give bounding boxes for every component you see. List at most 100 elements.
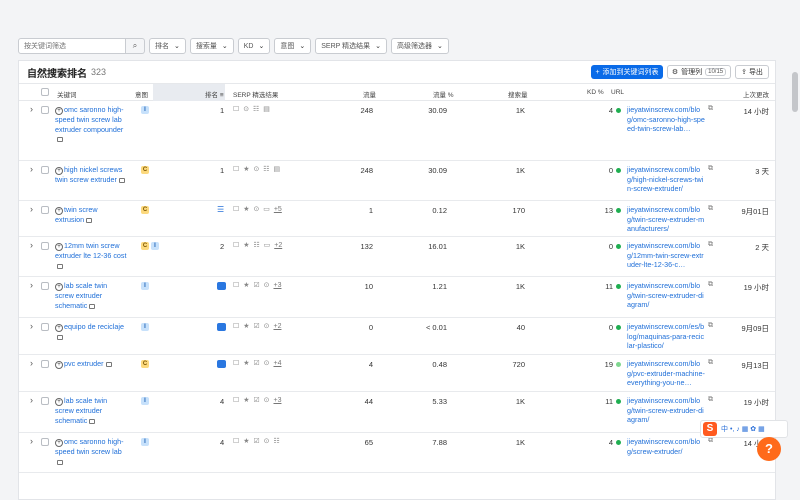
expand-chevron-icon[interactable]: › (30, 240, 33, 250)
header-volume[interactable]: 搜索量 (508, 89, 528, 99)
external-link-icon[interactable]: ⧉ (708, 205, 713, 213)
header-kd[interactable]: KD % (587, 89, 604, 96)
external-link-icon[interactable]: ⧉ (708, 165, 713, 173)
serp-preview-icon[interactable] (57, 137, 63, 142)
expand-chevron-icon[interactable]: › (30, 164, 33, 174)
header-url[interactable]: URL (611, 89, 624, 96)
row-checkbox[interactable] (41, 397, 49, 405)
expand-chevron-icon[interactable]: › (30, 280, 33, 290)
more-features-link[interactable]: +3 (273, 397, 281, 404)
filter-dropdown[interactable]: 意图 ⌄ (274, 38, 312, 54)
ranking-url-link[interactable]: jieyatwinscrew.com/es/blog/maquinas-para… (627, 322, 705, 351)
position-value: 4 (220, 438, 225, 447)
ranking-url-link[interactable]: jieyatwinscrew.com/blog/omc-saronno-high… (627, 105, 705, 134)
scrollbar-thumb[interactable] (792, 72, 798, 112)
serp-preview-icon[interactable] (57, 263, 63, 269)
serp-features: ☐ ★ ⊙ ▭ +5 (233, 205, 282, 213)
header-position[interactable]: 排名 ≡ (205, 89, 224, 99)
row-checkbox[interactable] (41, 166, 49, 174)
ranking-url-link[interactable]: jieyatwinscrew.com/blog/twin-screw-extru… (627, 396, 705, 425)
row-checkbox[interactable] (41, 323, 49, 331)
serp-preview-icon[interactable] (89, 418, 96, 424)
external-link-icon[interactable]: ⧉ (708, 359, 713, 367)
expand-chevron-icon[interactable]: › (30, 204, 33, 214)
traffic-value: 65 (364, 438, 373, 447)
ime-toolbar[interactable]: S 中 •, ♪ ▦ ✿ ▦ (700, 420, 788, 438)
row-checkbox[interactable] (41, 360, 49, 368)
expand-chevron-icon[interactable]: › (30, 321, 33, 331)
filter-dropdown[interactable]: 排名 ⌄ (149, 38, 186, 54)
add-keyword-icon[interactable]: + (55, 439, 63, 447)
filter-dropdown[interactable]: KD ⌄ (237, 38, 271, 54)
add-keyword-icon[interactable]: + (55, 243, 63, 251)
serp-preview-icon[interactable] (118, 178, 125, 183)
external-link-icon[interactable]: ⧉ (708, 396, 713, 404)
expand-chevron-icon[interactable]: › (30, 395, 33, 405)
serp-preview-icon[interactable] (105, 362, 112, 367)
row-checkbox[interactable] (41, 438, 49, 446)
export-button[interactable]: ⇪ 导出 (735, 65, 769, 79)
keyword-link[interactable]: + equipo de reciclaje (55, 322, 127, 342)
filter-dropdown[interactable]: 高级筛选器 ⌄ (391, 38, 449, 54)
header-traffic-pct[interactable]: 流量 % (433, 89, 454, 99)
ranking-url-link[interactable]: jieyatwinscrew.com/blog/screw-extruder/ (627, 437, 705, 456)
external-link-icon[interactable]: ⧉ (708, 437, 713, 445)
expand-chevron-icon[interactable]: › (30, 358, 33, 368)
external-link-icon[interactable]: ⧉ (708, 322, 713, 330)
keyword-link[interactable]: + lab scale twin screw extruder schematic (55, 396, 127, 425)
keyword-filter-input[interactable] (18, 38, 126, 54)
header-updated[interactable]: 上次更改 (743, 89, 769, 99)
header-keyword[interactable]: 关键词 (57, 89, 77, 99)
serp-preview-icon[interactable] (86, 218, 93, 223)
keyword-link[interactable]: + lab scale twin screw extruder schematic (55, 281, 127, 310)
more-features-link[interactable]: +2 (274, 242, 282, 249)
keyword-link[interactable]: + omc saronno high-speed twin screw lab e… (55, 105, 127, 144)
row-checkbox[interactable] (41, 206, 49, 214)
serp-preview-icon[interactable] (57, 335, 63, 340)
keyword-link[interactable]: +12mm twin screw extruder lte 12-36 cost (55, 241, 127, 270)
add-keyword-icon[interactable]: + (55, 283, 63, 291)
external-link-icon[interactable]: ⧉ (708, 105, 713, 113)
row-checkbox[interactable] (41, 106, 49, 114)
serp-preview-icon[interactable] (57, 459, 63, 465)
external-link-icon[interactable]: ⧉ (708, 281, 713, 289)
volume-value: 40 (516, 323, 525, 332)
more-features-link[interactable]: +2 (273, 323, 281, 330)
add-keyword-icon[interactable]: + (55, 207, 63, 215)
serp-preview-icon[interactable] (89, 303, 96, 309)
search-button[interactable]: ⌕ (126, 38, 145, 54)
add-keyword-icon[interactable]: + (55, 324, 63, 332)
ranking-url-link[interactable]: jieyatwinscrew.com/blog/12mm-twin-screw-… (627, 241, 705, 270)
ranking-url-link[interactable]: jieyatwinscrew.com/blog/high-nickel-scre… (627, 165, 705, 194)
more-features-link[interactable]: +4 (273, 360, 281, 367)
keyword-link[interactable]: + high nickel screws twin screw extruder (55, 165, 127, 185)
add-keyword-icon[interactable]: + (55, 398, 63, 406)
more-features-link[interactable]: +5 (274, 206, 282, 213)
add-keyword-icon[interactable]: + (55, 167, 63, 175)
add-keyword-icon[interactable]: + (55, 107, 63, 115)
keyword-link[interactable]: + twin screw extrusion (55, 205, 127, 225)
ranking-url-link[interactable]: jieyatwinscrew.com/blog/twin-screw-extru… (627, 205, 705, 234)
expand-chevron-icon[interactable]: › (30, 104, 33, 114)
add-to-keyword-list-button[interactable]: + 添加到关键词列表 (591, 65, 663, 79)
external-link-icon[interactable]: ⧉ (708, 241, 713, 249)
manage-columns-button[interactable]: ⚙ 管理列 10/15 (667, 65, 731, 79)
ranking-url-link[interactable]: jieyatwinscrew.com/blog/pvc-extruder-mac… (627, 359, 705, 388)
position-value: 4 (220, 397, 225, 406)
select-all-checkbox[interactable] (41, 88, 49, 96)
more-features-link[interactable]: +3 (273, 282, 281, 289)
header-traffic[interactable]: 流量 (363, 89, 376, 99)
filter-dropdown[interactable]: SERP 精选结果 ⌄ (315, 38, 387, 54)
header-serp[interactable]: SERP 精选结果 (233, 89, 278, 99)
expand-chevron-icon[interactable]: › (30, 436, 33, 446)
keyword-link[interactable]: + pvc extruder (55, 359, 127, 369)
filter-dropdown[interactable]: 搜索量 ⌄ (189, 38, 234, 54)
ranking-url-link[interactable]: jieyatwinscrew.com/blog/twin-screw-extru… (627, 281, 705, 310)
row-checkbox[interactable] (41, 242, 49, 250)
row-checkbox[interactable] (41, 282, 49, 290)
keyword-link[interactable]: + omc saronno high-speed twin screw lab (55, 437, 127, 466)
help-button[interactable]: ? (757, 437, 781, 461)
filter-dropdown-label: 意图 (280, 43, 295, 50)
add-keyword-icon[interactable]: + (55, 361, 63, 369)
header-intent[interactable]: 意图 (135, 89, 148, 99)
